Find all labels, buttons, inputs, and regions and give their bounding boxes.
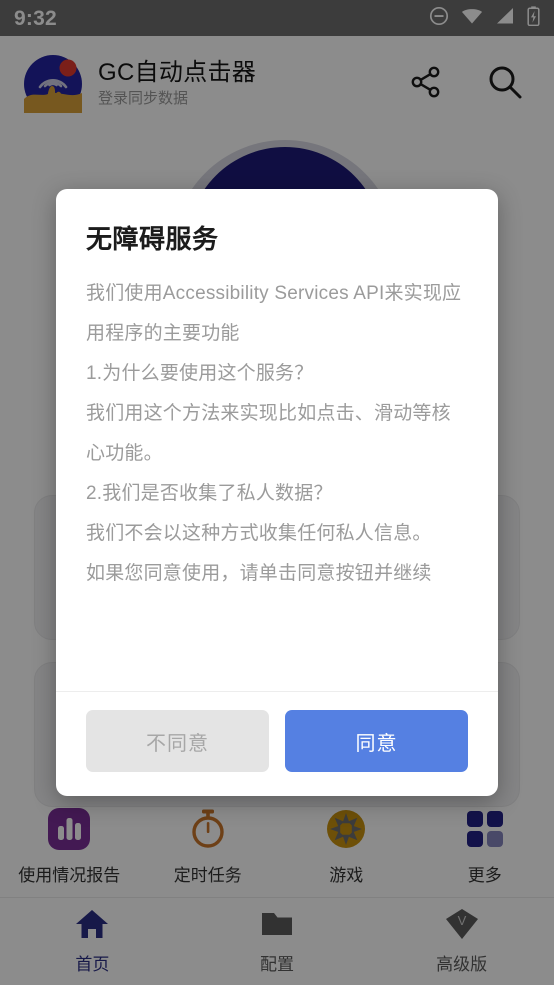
decline-button[interactable]: 不同意 [86, 710, 269, 772]
phone-screen: 使用情况报告 定时任务 游戏 更多 首页 配置 V 高级版 GC自动点击器 登录… [0, 0, 554, 985]
dialog-body: 无障碍服务 我们使用Accessibility Services API来实现应… [56, 189, 498, 691]
dialog-title: 无障碍服务 [86, 224, 219, 254]
dialog-actions: 不同意 同意 [56, 691, 498, 796]
accessibility-service-dialog: 无障碍服务 我们使用Accessibility Services API来实现应… [56, 189, 498, 796]
dialog-message: 我们使用Accessibility Services API来实现应用程序的主要… [86, 283, 462, 584]
accept-button[interactable]: 同意 [285, 710, 468, 772]
